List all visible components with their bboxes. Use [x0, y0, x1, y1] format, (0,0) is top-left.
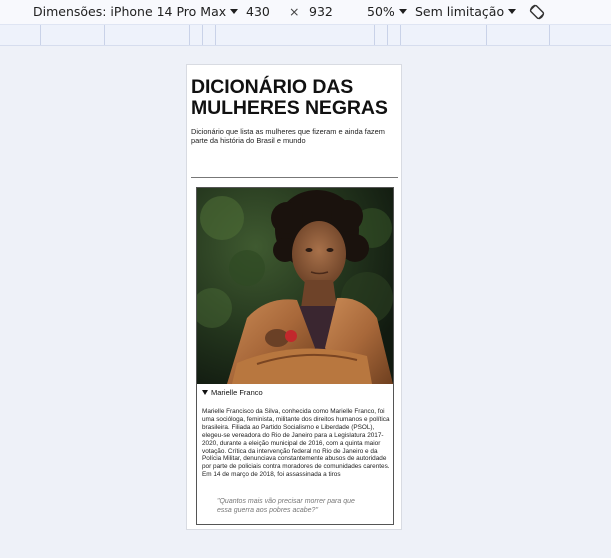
- device-dimensions-label: Dimensões: iPhone 14 Pro Max: [33, 4, 227, 19]
- ruler-tick: [400, 25, 401, 45]
- ruler-tick: [202, 25, 203, 45]
- divider: [191, 177, 398, 178]
- page-title: DICIONÁRIO DAS MULHERES NEGRAS: [191, 76, 388, 119]
- chevron-down-icon: [398, 9, 407, 14]
- rotate-button[interactable]: [528, 0, 548, 24]
- throttle-label: Sem limitação: [415, 4, 505, 19]
- rotate-icon: [529, 4, 545, 20]
- ruler-tick: [549, 25, 550, 45]
- biography-text: Marielle Francisco da Silva, conhecida c…: [202, 408, 390, 479]
- throttle-select[interactable]: Sem limitação: [415, 0, 517, 24]
- disclosure-triangle-icon: [202, 390, 208, 395]
- ruler-tick: [40, 25, 41, 45]
- device-viewport: DICIONÁRIO DAS MULHERES NEGRAS Dicionári…: [186, 64, 402, 530]
- viewport-width-input[interactable]: 430: [246, 0, 270, 24]
- ruler-tick: [486, 25, 487, 45]
- chevron-down-icon: [230, 9, 239, 14]
- chevron-down-icon: [508, 9, 517, 14]
- viewport-height-input[interactable]: 932: [309, 0, 333, 24]
- page-subtitle: Dicionário que lista as mulheres que fiz…: [191, 127, 385, 145]
- quote-text: "Quantos mais vão precisar morrer para q…: [217, 498, 355, 514]
- summary-label: Marielle Franco: [211, 388, 263, 397]
- ruler-tick: [189, 25, 190, 45]
- zoom-label: 50%: [367, 4, 395, 19]
- profile-card: Marielle Franco Marielle Francisco da Si…: [196, 187, 394, 525]
- media-query-ruler: [0, 24, 611, 46]
- devtools-device-toolbar: Dimensões: iPhone 14 Pro Max 430 × 932 5…: [0, 0, 611, 24]
- details-summary-toggle[interactable]: Marielle Franco: [202, 388, 263, 398]
- portrait-image: [197, 188, 393, 384]
- device-dimensions-select[interactable]: Dimensões: iPhone 14 Pro Max: [33, 0, 239, 24]
- ruler-tick: [387, 25, 388, 45]
- ruler-tick: [104, 25, 105, 45]
- dimension-separator: ×: [289, 4, 300, 19]
- ruler-tick: [215, 25, 216, 45]
- portrait-photo: [197, 188, 393, 384]
- ruler-tick: [374, 25, 375, 45]
- zoom-select[interactable]: 50%: [367, 0, 407, 24]
